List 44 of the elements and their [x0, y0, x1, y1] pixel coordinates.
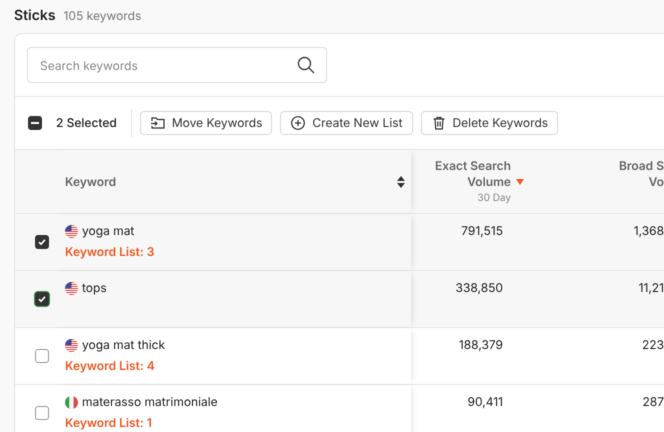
trash-icon — [430, 115, 446, 131]
toolbar-button[interactable]: Create New List — [280, 111, 412, 135]
table-cell-text: 287 — [642, 393, 664, 411]
checkbox[interactable] — [35, 235, 49, 249]
plus-circle-icon — [290, 115, 306, 131]
checkbox[interactable] — [35, 349, 49, 363]
checkbox[interactable] — [28, 116, 42, 130]
keyword-count: 105 keywords — [64, 7, 142, 25]
checkmark-icon — [37, 237, 47, 247]
table-cell-text: 791,515 — [461, 222, 503, 240]
us-flag-icon — [65, 282, 78, 294]
italy-flag-icon — [65, 396, 78, 408]
keyword-text: tops — [82, 279, 107, 297]
toolbar-button[interactable]: Move Keywords — [140, 111, 272, 135]
us-flag-icon — [65, 224, 78, 238]
keyword-text: materasso matrimoniale — [82, 393, 218, 411]
toolbar-button[interactable]: Delete Keywords — [420, 111, 558, 135]
keyword-text: yoga mat — [82, 222, 134, 240]
checkbox[interactable] — [35, 406, 49, 420]
table-row[interactable]: yoga mat thick Keyword List: 4 188,379 223 — [15, 328, 664, 385]
search-field[interactable]: Search keywords — [27, 47, 327, 83]
minus-icon — [31, 122, 39, 124]
column-header[interactable]: Keyword — [65, 172, 397, 190]
sort-descending-icon[interactable] — [516, 178, 524, 184]
selected-count: 2 Selected — [56, 114, 117, 132]
table-cell-text: 188,379 — [458, 336, 503, 354]
page-title: Sticks — [14, 6, 56, 26]
table-cell-text: 338,850 — [456, 279, 503, 297]
us-flag-icon — [65, 338, 78, 352]
table-cell-text: 1,368 — [634, 222, 664, 240]
sort-icon[interactable] — [397, 176, 405, 188]
table-row[interactable]: tops 338,850 11,21 — [15, 271, 664, 328]
table-cell-text: 90,411 — [468, 393, 503, 411]
table-row[interactable]: yoga mat Keyword List: 3 791,515 1,368 — [15, 214, 664, 271]
column-header[interactable]: Broad S — [618, 158, 664, 174]
search-icon — [297, 56, 315, 74]
column-subheader: 30 Day — [477, 190, 511, 206]
keyword-text: yoga mat thick — [82, 336, 166, 354]
table-cell-text: 223 — [642, 336, 664, 354]
column-header[interactable]: Exact Search Volume — [411, 158, 511, 190]
folder-arrow-icon — [150, 115, 166, 131]
table-cell-text: 11,21 — [638, 279, 664, 297]
checkmark-icon — [37, 294, 47, 304]
column-header[interactable]: Vo — [648, 174, 664, 190]
